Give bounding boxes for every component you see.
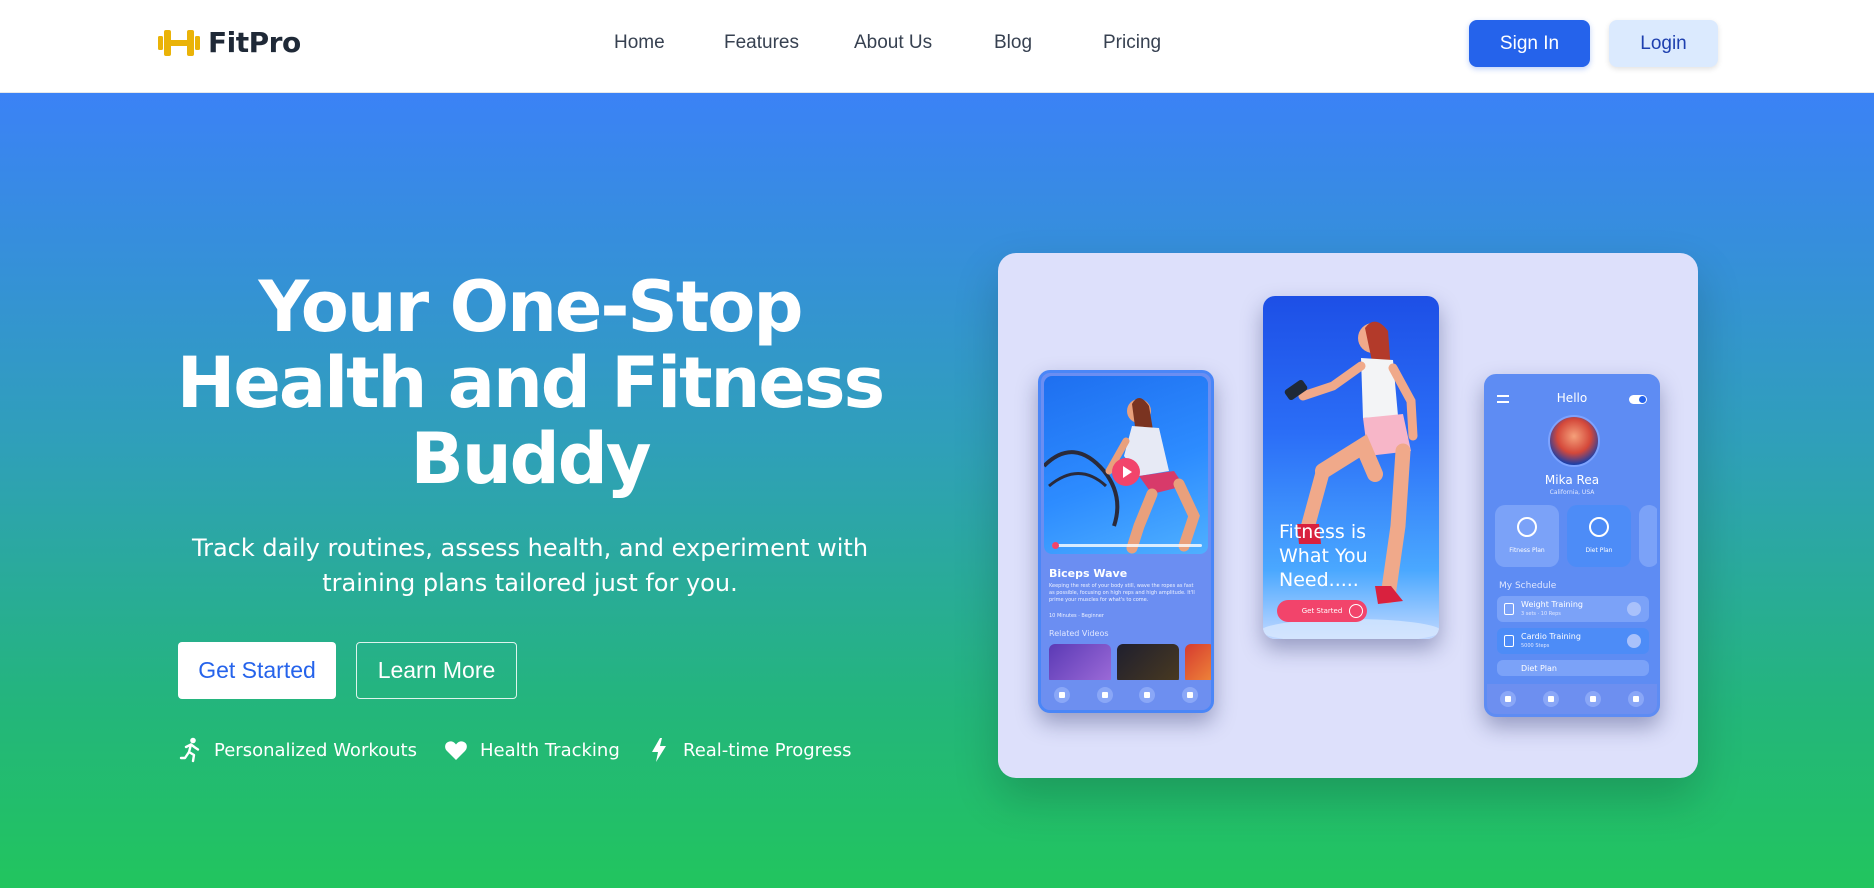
dumbbell-icon — [158, 29, 200, 56]
lightning-icon — [652, 738, 666, 762]
schedule-item[interactable]: Diet Plan — [1497, 660, 1649, 676]
schedule-title: Weight Training — [1521, 600, 1583, 609]
hero-section: Your One-Stop Health and Fitness Buddy T… — [0, 93, 1874, 888]
sign-in-button[interactable]: Sign In — [1469, 20, 1590, 67]
related-video-thumbnail[interactable] — [1117, 644, 1179, 684]
bottom-tab-bar — [1041, 680, 1211, 710]
hero-subtitle: Track daily routines, assess health, and… — [191, 534, 869, 597]
profile-name: Mika Rea — [1544, 473, 1600, 487]
schedule-heading: My Schedule — [1499, 581, 1557, 591]
kettlebell-icon — [1504, 603, 1514, 615]
fitness-plan-card[interactable]: Fitness Plan — [1495, 505, 1559, 567]
nav-link-features[interactable]: Features — [724, 32, 854, 54]
diet-plan-card[interactable]: Diet Plan — [1567, 505, 1631, 567]
video-title: Biceps Wave — [1049, 567, 1128, 580]
home-icon[interactable] — [1500, 691, 1517, 707]
get-started-button[interactable]: Get Started — [178, 642, 336, 699]
treadmill-icon — [1517, 517, 1537, 537]
phone-mockup-video: Biceps Wave Keeping the rest of your bod… — [1038, 370, 1214, 713]
feature-label: Real-time Progress — [683, 739, 852, 761]
heart-icon — [445, 741, 467, 760]
related-videos-heading: Related Videos — [1049, 629, 1109, 638]
nav-link-pricing[interactable]: Pricing — [1103, 32, 1203, 54]
shoe-icon — [1504, 635, 1514, 647]
theme-toggle[interactable] — [1629, 395, 1647, 404]
avatar — [1548, 415, 1600, 467]
card-label: Diet Plan — [1585, 547, 1613, 554]
hero-title: Your One-Stop Health and Fitness Buddy — [176, 266, 885, 500]
feature-health-tracking: Health Tracking — [444, 737, 647, 763]
schedule-title: Diet Plan — [1521, 664, 1558, 673]
activity-icon[interactable] — [1585, 691, 1602, 707]
play-icon[interactable] — [1112, 458, 1140, 486]
chevron-right-icon[interactable] — [1627, 602, 1641, 616]
chevron-right-icon[interactable] — [1627, 634, 1641, 648]
scale-icon — [1589, 517, 1609, 537]
login-button[interactable]: Login — [1609, 20, 1718, 67]
video-icon[interactable] — [1096, 687, 1113, 703]
promo-get-started-button[interactable]: Get Started — [1277, 600, 1367, 622]
profile-location: California, USA — [1549, 489, 1595, 496]
phone-mockup-promo: Fitness is What You Need..... Get Starte… — [1263, 296, 1439, 639]
video-progress-bar[interactable] — [1052, 542, 1202, 549]
promo-button-label: Get Started — [1301, 607, 1343, 615]
nav-link-home[interactable]: Home — [614, 32, 724, 54]
video-meta: 10 Minutes · Beginner — [1049, 613, 1104, 619]
profile-icon[interactable] — [1181, 687, 1198, 703]
brand-logo[interactable]: FitPro — [158, 26, 301, 59]
phone-mockup-profile: Hello Mika Rea California, USA Fitness P… — [1484, 374, 1660, 717]
arrow-right-icon — [1349, 604, 1363, 618]
feature-personalized-workouts: Personalized Workouts — [178, 737, 444, 763]
more-plan-card[interactable] — [1639, 505, 1657, 567]
feature-real-time-progress: Real-time Progress — [647, 737, 852, 763]
schedule-title: Cardio Training — [1521, 632, 1581, 641]
running-icon — [179, 737, 200, 763]
feature-list: Personalized Workouts Health Tracking Re… — [178, 737, 852, 763]
video-icon[interactable] — [1542, 691, 1559, 707]
feature-label: Health Tracking — [480, 739, 620, 761]
related-video-thumbnail[interactable] — [1185, 644, 1211, 684]
nav-link-about-us[interactable]: About Us — [854, 32, 994, 54]
activity-icon[interactable] — [1139, 687, 1156, 703]
schedule-detail: 3 sets · 10 Reps — [1521, 611, 1561, 617]
learn-more-button[interactable]: Learn More — [356, 642, 517, 699]
nav-link-blog[interactable]: Blog — [994, 32, 1103, 54]
related-video-thumbnail[interactable] — [1049, 644, 1111, 684]
navbar: FitPro Home Features About Us Blog Prici… — [0, 0, 1874, 93]
home-icon[interactable] — [1054, 687, 1071, 703]
video-description: Keeping the rest of your body still, wav… — [1049, 583, 1195, 603]
brand-name: FitPro — [208, 26, 301, 59]
app-showcase-card: Biceps Wave Keeping the rest of your bod… — [998, 253, 1698, 778]
profile-icon[interactable] — [1627, 691, 1644, 707]
schedule-item[interactable]: Weight Training 3 sets · 10 Reps — [1497, 596, 1649, 622]
workout-video[interactable] — [1044, 376, 1208, 554]
bottom-tab-bar — [1487, 684, 1657, 714]
schedule-item[interactable]: Cardio Training 5000 Steps — [1497, 628, 1649, 654]
nav-links: Home Features About Us Blog Pricing — [614, 32, 1203, 54]
feature-label: Personalized Workouts — [214, 739, 417, 761]
related-videos-list — [1049, 644, 1211, 684]
promo-tagline: Fitness is What You Need..... — [1279, 521, 1368, 591]
card-label: Fitness Plan — [1509, 547, 1545, 554]
schedule-detail: 5000 Steps — [1521, 643, 1550, 649]
